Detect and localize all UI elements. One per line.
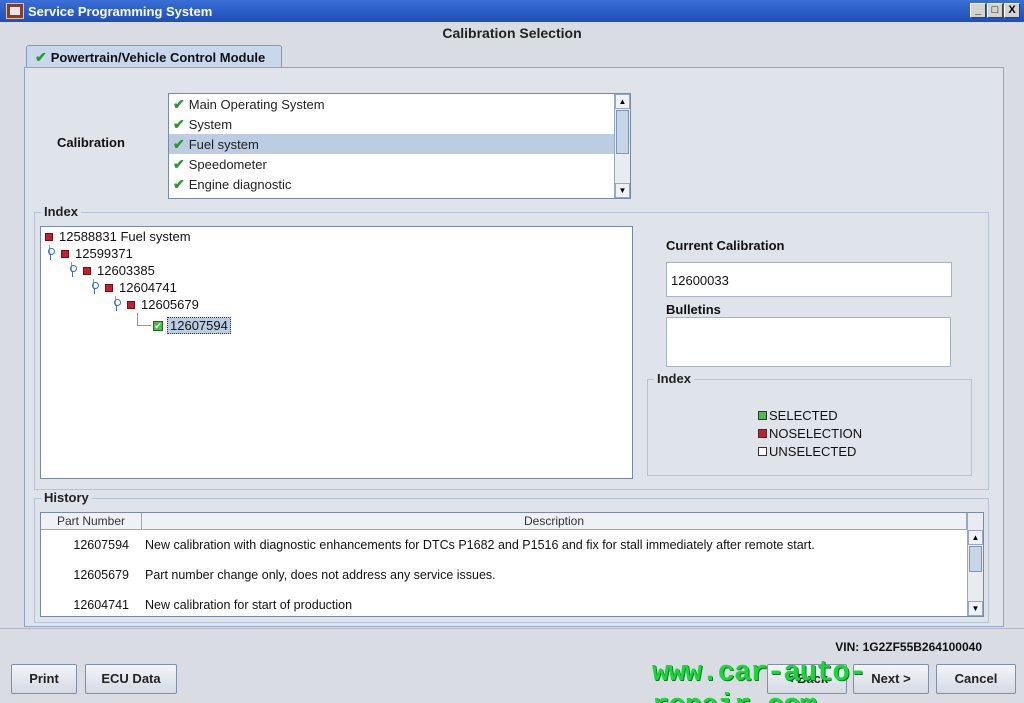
legend-unselected: UNSELECTED xyxy=(758,444,856,459)
history-table[interactable]: Part Number Description 12607594 New cal… xyxy=(40,512,984,617)
index-tree[interactable]: 12588831 Fuel system 12599371 12603385 1… xyxy=(40,226,633,479)
print-button[interactable]: Print xyxy=(11,664,77,694)
legend-group-label: Index xyxy=(654,371,694,386)
calibration-item-selected[interactable]: ✔ Fuel system xyxy=(169,134,630,154)
calibration-item[interactable]: ✔ Main Operating System xyxy=(169,94,630,114)
legend-noselection: NOSELECTION xyxy=(758,426,862,441)
scroll-up-icon[interactable]: ▲ xyxy=(615,94,630,109)
calibration-label: Calibration xyxy=(57,135,125,150)
ecu-data-button[interactable]: ECU Data xyxy=(85,664,177,694)
column-part-number[interactable]: Part Number xyxy=(41,513,142,529)
legend-selected: SELECTED xyxy=(758,408,838,423)
scroll-down-icon[interactable]: ▼ xyxy=(615,183,630,198)
minimize-button[interactable]: _ xyxy=(970,3,986,18)
column-description[interactable]: Description xyxy=(142,513,967,529)
window-controls: _ □ X xyxy=(970,3,1020,18)
calibration-item[interactable]: ✔ System xyxy=(169,114,630,134)
index-group-label: Index xyxy=(41,204,81,219)
current-calibration-label: Current Calibration xyxy=(666,238,785,253)
selected-icon: ✔ xyxy=(153,320,163,331)
noselection-icon xyxy=(127,300,135,309)
checkmark-icon: ✔ xyxy=(35,48,47,65)
scroll-up-icon[interactable]: ▲ xyxy=(968,530,983,545)
checkmark-icon: ✔ xyxy=(173,156,185,172)
title-bar: Service Programming System _ □ X xyxy=(0,0,1024,22)
checkmark-icon: ✔ xyxy=(173,176,185,192)
watermark: www.car-auto-repair.com xyxy=(652,656,866,703)
calibration-item[interactable]: ✔ Engine diagnostic xyxy=(169,174,630,194)
calibration-item[interactable]: ✔ Speedometer xyxy=(169,154,630,174)
history-header: Part Number Description xyxy=(41,513,983,530)
tree-expander-icon[interactable] xyxy=(69,264,77,277)
table-row[interactable]: 12607594 New calibration with diagnostic… xyxy=(41,530,983,560)
table-row[interactable]: 12605679 Part number change only, does n… xyxy=(41,560,983,590)
vin-label: VIN: 1G2ZF55B264100040 xyxy=(835,640,982,654)
tab-label: Powertrain/Vehicle Control Module xyxy=(50,49,266,65)
app-icon xyxy=(6,3,24,19)
history-group-label: History xyxy=(41,490,92,505)
tree-node[interactable]: 12599371 xyxy=(47,245,133,262)
checkmark-icon: ✔ xyxy=(173,96,185,112)
tree-node[interactable]: 12588831 Fuel system xyxy=(45,228,191,245)
scroll-thumb[interactable] xyxy=(616,110,629,154)
tab-powertrain[interactable]: ✔ Powertrain/Vehicle Control Module xyxy=(26,45,282,68)
selected-icon xyxy=(758,411,767,420)
bulletins-label: Bulletins xyxy=(666,302,721,317)
window-title: Service Programming System xyxy=(28,3,213,19)
noselection-icon xyxy=(61,249,69,258)
tree-expander-icon[interactable] xyxy=(47,247,55,260)
table-row[interactable]: 12604741 New calibration for start of pr… xyxy=(41,590,983,616)
scroll-down-icon[interactable]: ▼ xyxy=(968,601,983,616)
checkmark-icon: ✔ xyxy=(173,136,185,152)
maximize-button[interactable]: □ xyxy=(987,3,1003,18)
scroll-thumb[interactable] xyxy=(969,546,982,572)
history-scrollbar[interactable]: ▲ ▼ xyxy=(967,513,983,616)
unselected-icon xyxy=(758,447,767,456)
noselection-icon xyxy=(758,429,767,438)
calibration-scrollbar[interactable]: ▲ ▼ xyxy=(614,94,630,198)
tree-node[interactable]: 12603385 xyxy=(69,262,155,279)
current-calibration-field: 12600033 xyxy=(666,262,952,297)
close-button[interactable]: X xyxy=(1004,3,1020,18)
checkmark-icon: ✔ xyxy=(173,116,185,132)
page-heading: Calibration Selection xyxy=(442,25,582,41)
noselection-icon xyxy=(83,266,91,275)
tree-node[interactable]: 12604741 xyxy=(91,279,177,296)
noselection-icon xyxy=(105,283,113,292)
tree-node-selected[interactable]: ✔ 12607594 xyxy=(153,317,231,334)
bulletins-field xyxy=(666,317,951,367)
noselection-icon xyxy=(45,232,53,241)
tree-expander-icon[interactable] xyxy=(91,281,99,294)
calibration-list[interactable]: ✔ Main Operating System ✔ System ✔ Fuel sys… xyxy=(168,93,631,199)
tree-node[interactable]: 12605679 xyxy=(113,296,199,313)
tree-expander-icon[interactable] xyxy=(113,298,121,311)
